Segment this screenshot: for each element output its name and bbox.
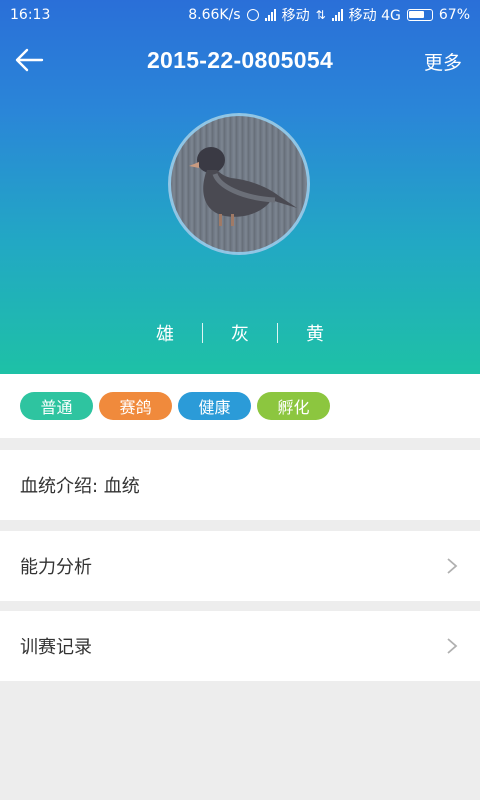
pedigree-label: 血统介绍: 血统 [20, 476, 140, 497]
back-arrow-icon[interactable] [14, 46, 44, 74]
profile-header: 16:13 8.66K/s 移动 ⇅ 移动 4G 67% 2015-22-080… [0, 0, 480, 374]
battery-level: 67% [438, 7, 470, 23]
tags-bar: 普通 赛鸽 健康 孵化 [0, 374, 480, 438]
tag-healthy[interactable]: 健康 [178, 392, 251, 420]
tag-hatching[interactable]: 孵化 [257, 392, 330, 420]
attribute-eye: 黄 [306, 324, 324, 345]
ability-analysis-label: 能力分析 [20, 557, 92, 578]
status-time: 16:13 [10, 7, 51, 23]
data-transfer-icon: ⇅ [315, 8, 326, 22]
attribute-color: 灰 [231, 324, 249, 345]
signal-icon [264, 9, 276, 21]
battery-icon [406, 9, 433, 21]
network-speed: 8.66K/s [188, 7, 241, 23]
pigeon-avatar[interactable] [168, 113, 310, 255]
attributes-row: 雄 灰 黄 [0, 318, 480, 348]
chevron-right-icon [447, 558, 458, 574]
more-button[interactable]: 更多 [424, 48, 462, 75]
carrier-2: 移动 4G [348, 8, 401, 24]
status-bar: 16:13 8.66K/s 移动 ⇅ 移动 4G 67% [0, 0, 480, 30]
tag-racing[interactable]: 赛鸽 [99, 392, 172, 420]
training-records-label: 训赛记录 [20, 637, 92, 658]
tag-normal[interactable]: 普通 [20, 392, 93, 420]
page-title: 2015-22-0805054 [146, 46, 334, 73]
chevron-right-icon [447, 638, 458, 654]
ability-analysis-row[interactable]: 能力分析 [0, 531, 480, 601]
alarm-icon [246, 9, 259, 21]
training-records-row[interactable]: 训赛记录 [0, 611, 480, 681]
title-bar: 2015-22-0805054 更多 [0, 38, 480, 82]
status-icons: 8.66K/s 移动 ⇅ 移动 4G 67% [188, 5, 470, 25]
signal-icon-2 [331, 9, 343, 21]
pedigree-row[interactable]: 血统介绍: 血统 [0, 450, 480, 520]
carrier-1: 移动 [281, 8, 310, 24]
pigeon-photo-icon [189, 147, 297, 226]
attribute-sex: 雄 [156, 324, 174, 345]
